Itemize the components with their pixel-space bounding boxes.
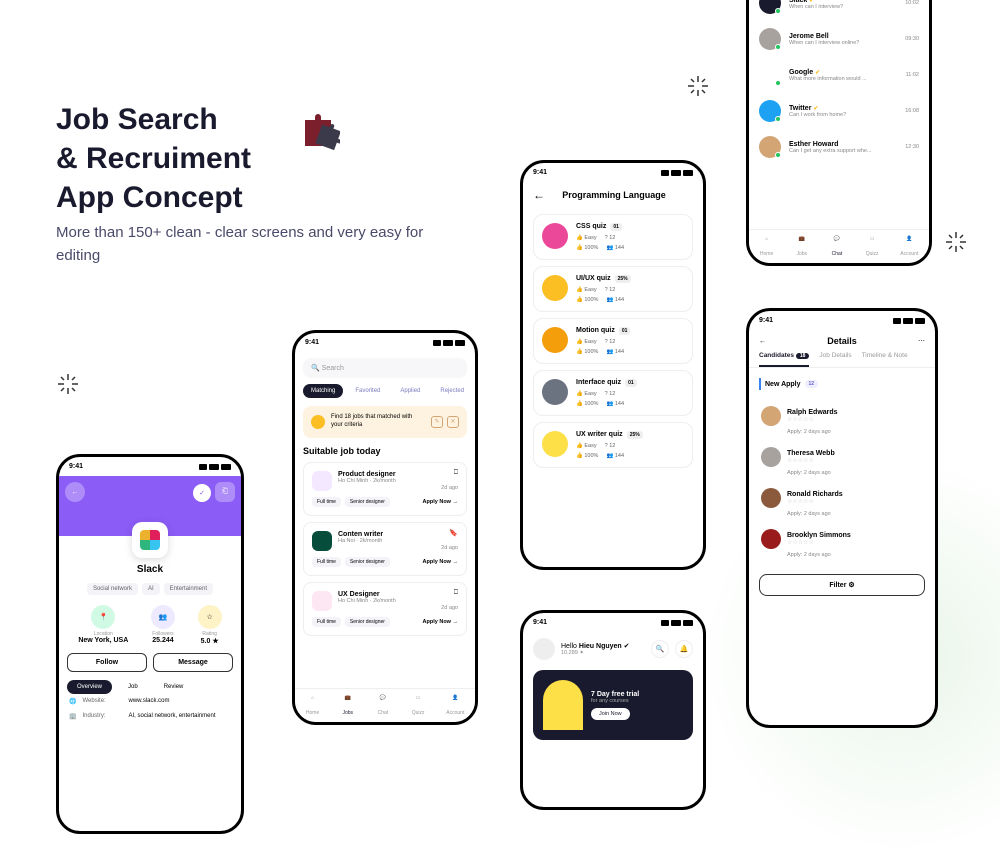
new-apply-label: New Apply12 <box>759 378 925 390</box>
filter-rejected[interactable]: Rejected <box>432 384 472 398</box>
chat-item[interactable]: Twitter ✔Can I work from home?16:08 <box>749 93 929 129</box>
info-industry: 🏢Industry:AI, social network, entertainm… <box>59 709 241 724</box>
nav-quiz[interactable]: ▭Quizz <box>411 695 425 716</box>
chat-item[interactable]: Google ✔What more information would ...1… <box>749 57 929 93</box>
search-input[interactable]: 🔍 Search <box>303 358 467 378</box>
tab-job[interactable]: Job <box>118 680 148 694</box>
puzzle-decoration <box>300 110 340 150</box>
greeting: Hello Hieu Nguyen ✔10.289 ✦ <box>561 642 645 656</box>
quiz-card[interactable]: UI/UX quiz25%👍 Easy? 12👍 100%👥 144 <box>533 266 693 312</box>
apply-button[interactable]: Apply Now → <box>423 619 458 625</box>
quiz-card[interactable]: CSS quiz01👍 Easy? 12👍 100%👥 144 <box>533 214 693 260</box>
back-button[interactable]: ← <box>65 482 85 502</box>
status-bar: 9:41 <box>59 457 241 476</box>
tab-review[interactable]: Review <box>154 680 194 694</box>
job-card[interactable]: Conten writerHa Noi · 2k/month🔖2d agoFul… <box>303 522 467 576</box>
quiz-card[interactable]: UX writer quiz25%👍 Easy? 12👍 100%👥 144 <box>533 422 693 468</box>
nav-home[interactable]: ⌂Home <box>760 236 774 257</box>
banner-image <box>543 680 583 730</box>
nav-home[interactable]: ⌂Home <box>306 695 320 716</box>
nav-chat[interactable]: 💬Chat <box>830 236 844 257</box>
company-name: Slack <box>59 564 241 575</box>
tab-job-details[interactable]: Job Details <box>819 352 851 367</box>
back-button[interactable]: ← <box>533 188 545 202</box>
bookmark-icon[interactable]: 🔖 <box>449 529 458 537</box>
candidate-item[interactable]: Ralph Edwards☆☆☆☆☆Apply: 2 days ago <box>749 400 935 441</box>
chat-list-screen: Arlene McCoyAgree. I will prepare well f… <box>746 0 932 266</box>
join-button[interactable]: Join Now <box>591 708 630 720</box>
user-avatar[interactable] <box>533 638 555 660</box>
profile-screen: 9:41 ← ✓ ⎗ Slack Social networkAIEnterta… <box>56 454 244 834</box>
tab-timeline[interactable]: Timeline & Note <box>862 352 908 367</box>
candidate-item[interactable]: Brooklyn Simmons☆☆☆☆☆Apply: 2 days ago <box>749 523 935 564</box>
trial-banner[interactable]: 7 Day free trialfor any coursesJoin Now <box>533 670 693 740</box>
check-icon: ✓ <box>193 484 211 502</box>
apply-button[interactable]: Apply Now → <box>423 499 458 505</box>
nav-account[interactable]: 👤Account <box>900 236 918 257</box>
company-tags: Social networkAIEntertainment <box>59 583 241 595</box>
chat-item[interactable]: Slack ✔When can I interview?10:02 <box>749 0 929 21</box>
bulb-icon <box>311 415 325 429</box>
job-card[interactable]: UX DesignerHo Chi Minh · 2k/month⎕2d ago… <box>303 582 467 636</box>
quiz-card[interactable]: Motion quiz01👍 Easy? 12👍 100%👥 144 <box>533 318 693 364</box>
filter-favorited[interactable]: Favorited <box>347 384 388 398</box>
chat-item[interactable]: Esther HowardCan I get any extra support… <box>749 129 929 165</box>
filter-button[interactable]: Filter ⚙ <box>759 574 925 596</box>
home-screen: 9:41 Hello Hieu Nguyen ✔10.289 ✦ 🔍 🔔 7 D… <box>520 610 706 810</box>
nav-quiz[interactable]: ▭Quizz <box>865 236 879 257</box>
bookmark-icon[interactable]: ⎕ <box>454 469 458 477</box>
candidate-item[interactable]: Theresa Webb☆☆☆☆☆Apply: 2 days ago <box>749 441 935 482</box>
notification-button[interactable]: 🔔 <box>675 640 693 658</box>
close-icon[interactable]: ✕ <box>447 416 459 428</box>
quiz-screen: 9:41 ←Programming Language CSS quiz01👍 E… <box>520 160 706 570</box>
apply-button[interactable]: Apply Now → <box>423 559 458 565</box>
back-button[interactable]: ← <box>759 338 766 345</box>
message-button[interactable]: Message <box>153 653 233 672</box>
search-button[interactable]: 🔍 <box>651 640 669 658</box>
follow-button[interactable]: Follow <box>67 653 147 672</box>
page-heading: Job Search& RecruimentApp Concept <box>56 100 251 217</box>
nav-jobs[interactable]: 💼Jobs <box>795 236 809 257</box>
tab-overview[interactable]: Overview <box>67 680 112 694</box>
match-alert: Find 18 jobs that matched with your crit… <box>303 406 467 438</box>
stat-followers: 👥Followers25.244 <box>151 605 175 645</box>
tab-candidates[interactable]: Candidates 18 <box>759 352 809 367</box>
job-card[interactable]: Product designerHo Chi Minh · 2k/month⎕2… <box>303 462 467 516</box>
candidate-item[interactable]: Ronald Richards☆☆☆☆☆Apply: 2 days ago <box>749 482 935 523</box>
stat-rating: ☆Rating5.0 ★ <box>198 605 222 645</box>
nav-account[interactable]: 👤Account <box>446 695 464 716</box>
edit-icon[interactable]: ✎ <box>431 416 443 428</box>
chat-item[interactable]: Jerome BellWhen can I interview online?0… <box>749 21 929 57</box>
details-title: Details <box>827 336 857 346</box>
company-logo <box>132 522 168 558</box>
nav-chat[interactable]: 💬Chat <box>376 695 390 716</box>
stat-location: 📍LocationNew York, USA <box>78 605 128 645</box>
quiz-card[interactable]: Interface quiz01👍 Easy? 12👍 100%👥 144 <box>533 370 693 416</box>
bookmark-button[interactable]: ⎗ <box>215 482 235 502</box>
quiz-page-title: Programming Language <box>553 190 675 200</box>
info-website: 🌐Website:www.slack.com <box>59 694 241 709</box>
filter-matching[interactable]: Matching <box>303 384 343 398</box>
section-title: Suitable job today <box>295 446 475 456</box>
more-icon[interactable]: ⋯ <box>918 337 925 345</box>
jobs-screen: 9:41 🔍 Search Matching Favorited Applied… <box>292 330 478 725</box>
filter-applied[interactable]: Applied <box>392 384 428 398</box>
bookmark-icon[interactable]: ⎕ <box>454 589 458 597</box>
page-subheading: More than 150+ clean - clear screens and… <box>56 222 426 267</box>
nav-jobs[interactable]: 💼Jobs <box>341 695 355 716</box>
details-screen: 9:41 ←Details⋯ Candidates 18 Job Details… <box>746 308 938 728</box>
